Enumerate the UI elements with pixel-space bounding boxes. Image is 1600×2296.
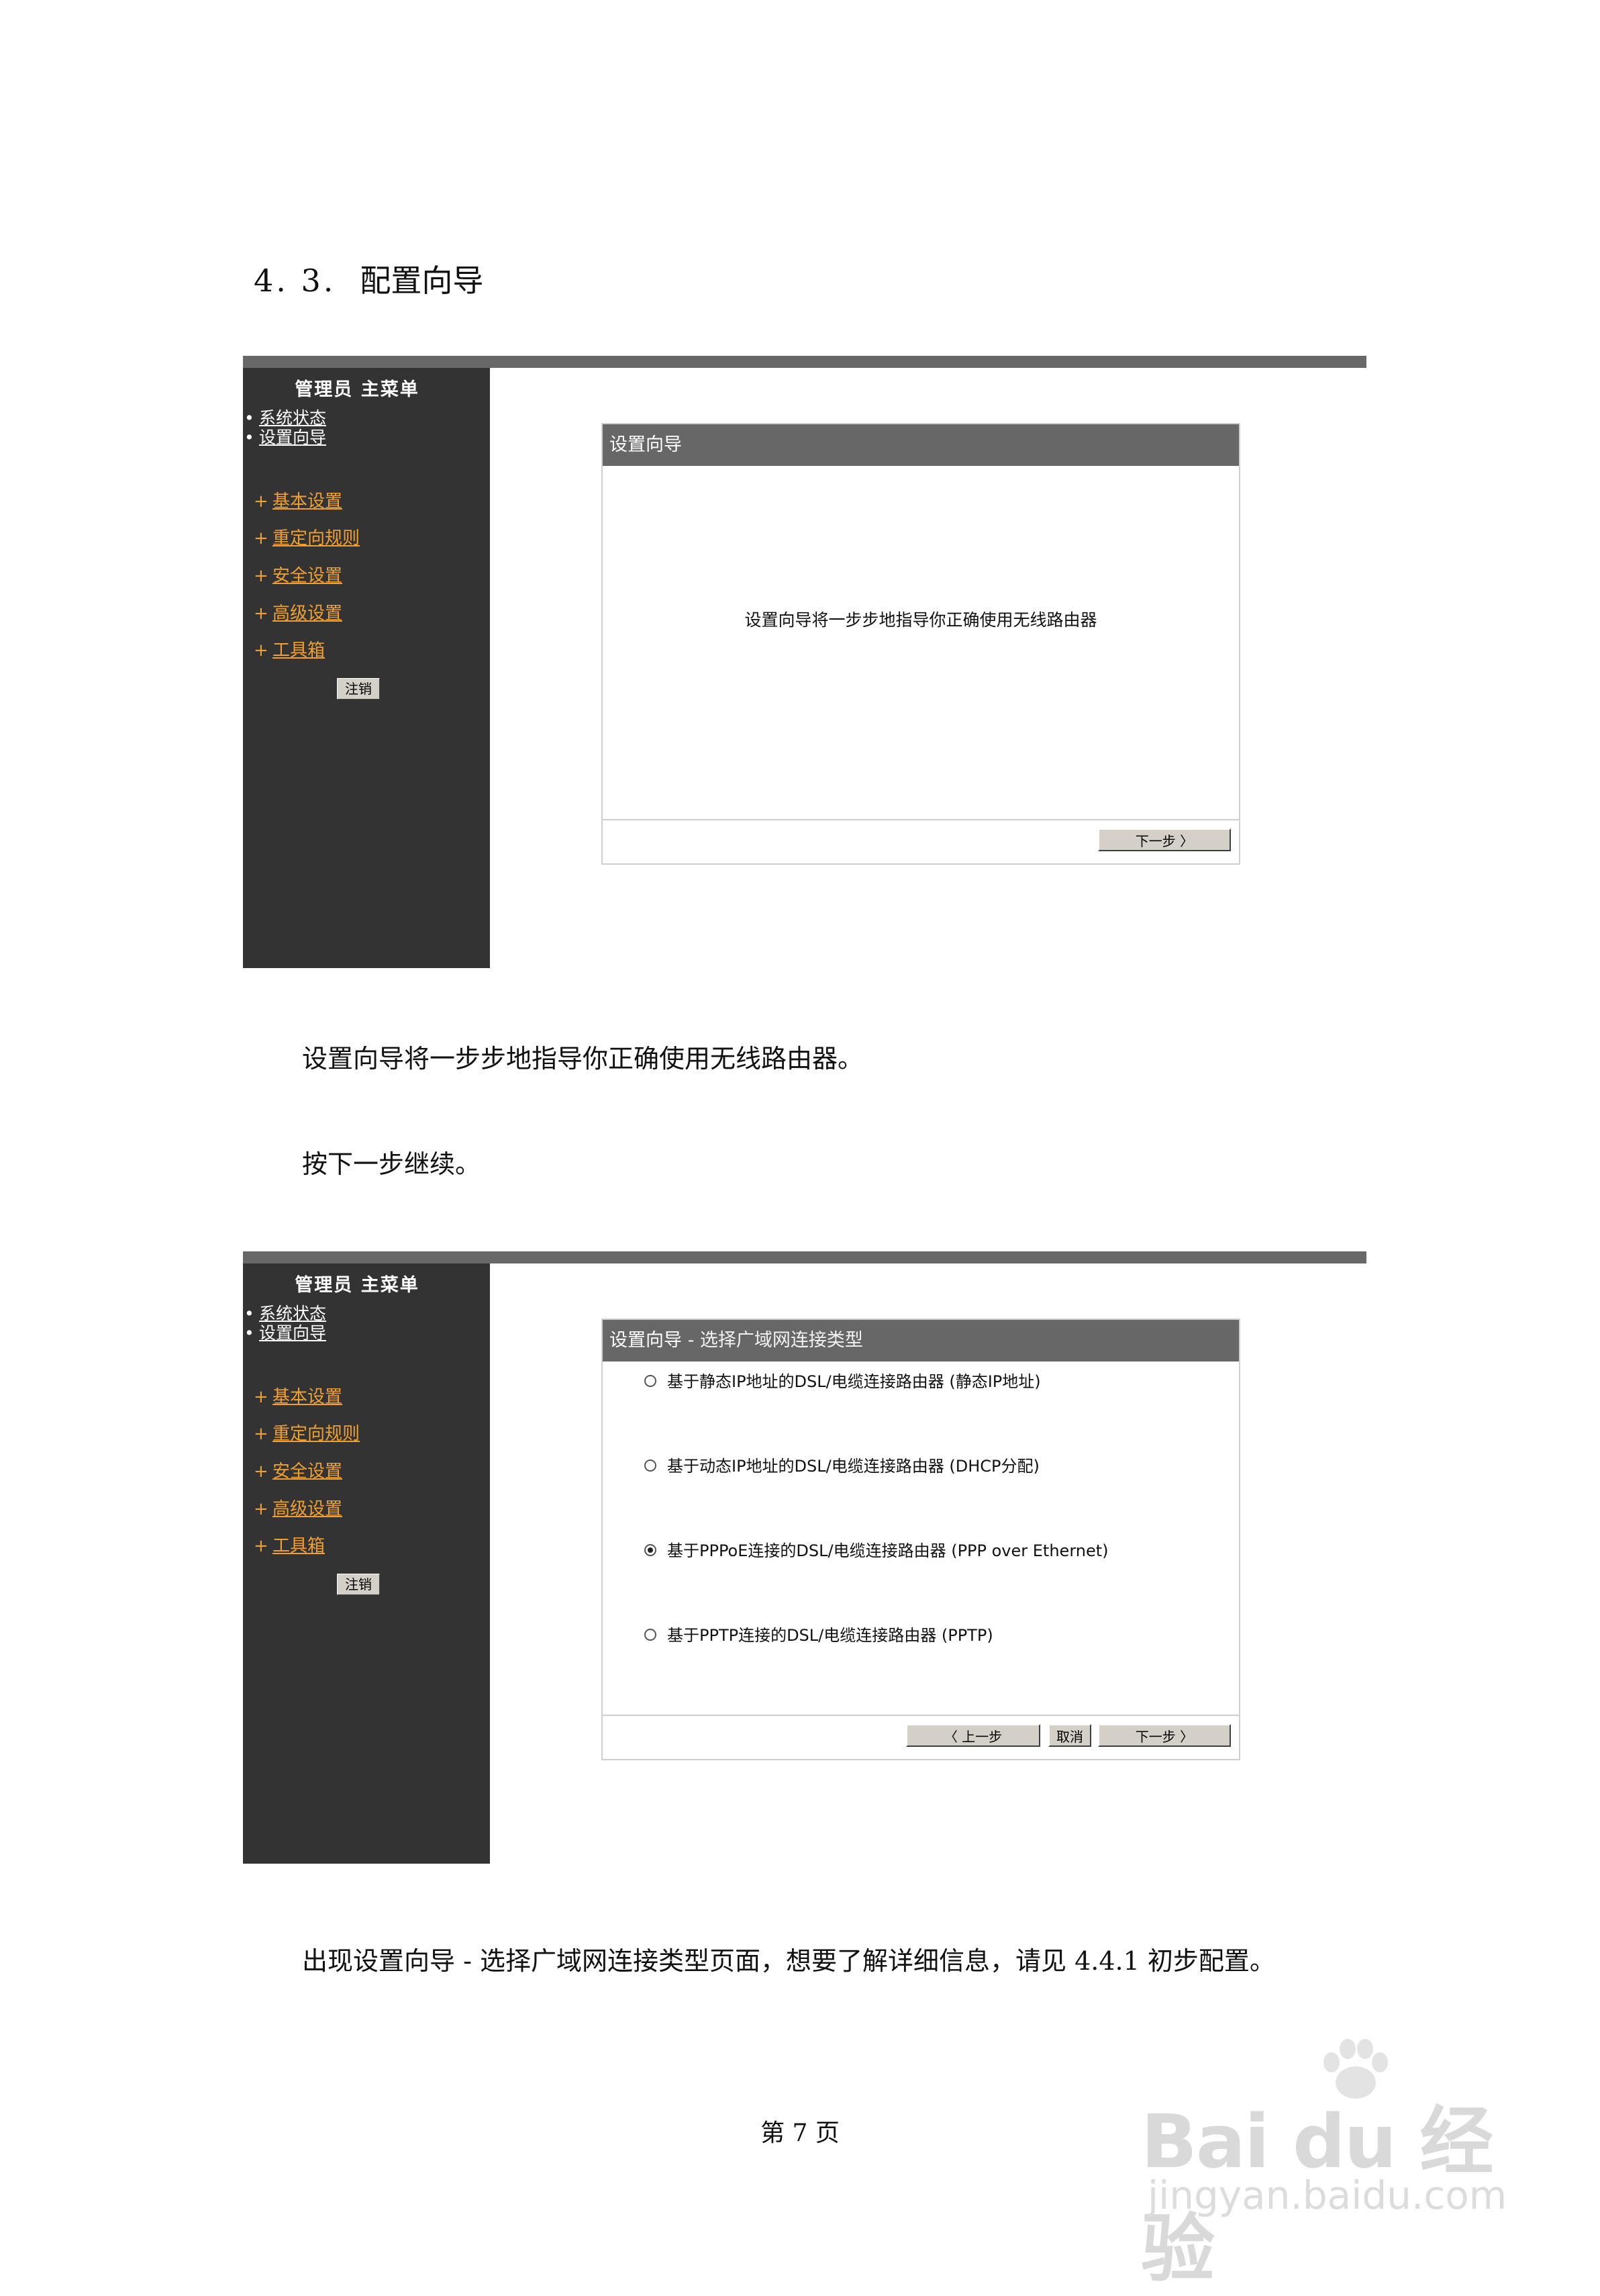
wan-option-pppoe[interactable]: 基于PPPoE连接的DSL/电缆连接路由器 (PPP over Ethernet… (644, 1537, 1109, 1561)
menu-title: 管理员 主菜单 (295, 379, 419, 400)
wizard-message: 设置向导将一步步地指导你正确使用无线路由器 (744, 610, 1097, 630)
expand-icon: + (254, 1536, 268, 1556)
sidebar-item-label: 工具箱 (272, 1536, 326, 1556)
sidebar-item-basic-settings[interactable]: + 基本设置 (254, 1383, 342, 1408)
panel-title: 设置向导 (603, 424, 1239, 466)
sidebar-item-label: 安全设置 (272, 566, 343, 586)
sidebar-item-basic-settings[interactable]: + 基本设置 (254, 487, 342, 512)
sidebar-item-system-status[interactable]: • 系统状态 (244, 408, 326, 428)
section-number: 4. 3. (254, 262, 336, 299)
sidebar: 管理员 主菜单 • 系统状态 • 设置向导 + 基本设置 + 重定向规则 + 安全设置 +… (243, 368, 490, 968)
sidebar-item-label: 基本设置 (272, 1387, 343, 1407)
sidebar-item-label: 系统状态 (259, 408, 327, 428)
menu-title: 管理员 主菜单 (295, 1275, 419, 1296)
top-bar (243, 1251, 1366, 1263)
sidebar-item-label: 重定向规则 (272, 528, 360, 548)
paragraph-result: 出现设置向导 - 选择广域网连接类型页面，想要了解详细信息，请见 4.4.1 初… (302, 1946, 1275, 1976)
wizard-panel: 设置向导 - 选择广域网连接类型 基于静态IP地址的DSL/电缆连接路由器 (静… (601, 1319, 1240, 1760)
sidebar-item-label: 基本设置 (272, 491, 343, 512)
panel-title-text: 设置向导 (609, 1330, 682, 1351)
sidebar-item-label: 工具箱 (272, 640, 326, 661)
bullet-icon: • (244, 428, 254, 447)
sidebar-item-label: 设置向导 (259, 1323, 327, 1343)
expand-icon: + (254, 1424, 268, 1444)
expand-icon: + (254, 604, 268, 624)
sidebar-item-security-settings[interactable]: + 安全设置 (254, 1457, 342, 1482)
status-links: • 系统状态 • 设置向导 (244, 408, 326, 447)
panel-title: 设置向导 - 选择广域网连接类型 (603, 1320, 1239, 1361)
sidebar-item-advanced-settings[interactable]: + 高级设置 (254, 600, 342, 624)
radio-button[interactable] (644, 1629, 656, 1641)
status-links: • 系统状态 • 设置向导 (244, 1304, 326, 1343)
sidebar-item-advanced-settings[interactable]: + 高级设置 (254, 1495, 342, 1520)
bullet-icon: • (244, 1323, 254, 1343)
sidebar-item-setup-wizard[interactable]: • 设置向导 (244, 428, 326, 447)
sidebar-item-label: 安全设置 (272, 1462, 343, 1482)
option-label: 基于PPTP连接的DSL/电缆连接路由器 (PPTP) (667, 1626, 993, 1645)
sidebar-item-system-status[interactable]: • 系统状态 (244, 1304, 326, 1323)
sidebar-item-redirect-rules[interactable]: + 重定向规则 (254, 1420, 360, 1445)
panel-footer: 〈 上一步 取消 下一步 〉 (603, 1715, 1239, 1759)
bullet-icon: • (244, 408, 254, 428)
sidebar-item-toolbox[interactable]: + 工具箱 (254, 1532, 325, 1557)
bullet-icon: • (244, 1304, 254, 1323)
option-label: 基于静态IP地址的DSL/电缆连接路由器 (静态IP地址) (667, 1372, 1041, 1391)
sidebar: 管理员 主菜单 • 系统状态 • 设置向导 + 基本设置 + 重定向规则 + 安全设置 +… (243, 1263, 490, 1864)
section-heading: 4. 3. 配置向导 (254, 256, 483, 301)
sidebar-item-toolbox[interactable]: + 工具箱 (254, 636, 325, 661)
panel-body: 基于静态IP地址的DSL/电缆连接路由器 (静态IP地址) 基于动态IP地址的D… (603, 1361, 1239, 1715)
radio-button-selected[interactable] (644, 1544, 656, 1556)
watermark-url: jingyan.baidu.com (1148, 2172, 1507, 2218)
next-button[interactable]: 下一步 〉 (1098, 1724, 1231, 1747)
option-label: 基于PPPoE连接的DSL/电缆连接路由器 (PPP over Ethernet… (667, 1541, 1109, 1560)
expand-icon: + (254, 1387, 268, 1407)
radio-button[interactable] (644, 1375, 656, 1387)
sidebar-item-label: 重定向规则 (272, 1424, 360, 1444)
sidebar-item-redirect-rules[interactable]: + 重定向规则 (254, 524, 360, 549)
sidebar-item-label: 高级设置 (272, 1499, 343, 1519)
panel-footer: 下一步 〉 (603, 819, 1239, 863)
wizard-panel: 设置向导 设置向导将一步步地指导你正确使用无线路由器 下一步 〉 (601, 423, 1240, 865)
paragraph-continue: 按下一步继续。 (302, 1149, 481, 1179)
section-title: 配置向导 (360, 262, 484, 299)
sidebar-item-label: 高级设置 (272, 604, 343, 624)
cancel-button[interactable]: 取消 (1048, 1724, 1091, 1747)
sidebar-item-label: 系统状态 (259, 1304, 327, 1323)
sidebar-item-label: 设置向导 (259, 428, 327, 447)
baidu-watermark: Bai du 经验 jingyan.baidu.com (1141, 2027, 1517, 2292)
expand-icon: + (254, 528, 268, 548)
sidebar-item-security-settings[interactable]: + 安全设置 (254, 562, 342, 587)
next-button[interactable]: 下一步 〉 (1098, 828, 1231, 851)
panel-title-text: 设置向导 (609, 434, 682, 455)
wan-option-dhcp[interactable]: 基于动态IP地址的DSL/电缆连接路由器 (DHCP分配) (644, 1453, 1040, 1476)
option-label: 基于动态IP地址的DSL/电缆连接路由器 (DHCP分配) (667, 1457, 1040, 1476)
panel-body: 设置向导将一步步地指导你正确使用无线路由器 (603, 466, 1239, 819)
logout-button[interactable]: 注销 (337, 678, 380, 700)
prev-button[interactable]: 〈 上一步 (906, 1724, 1040, 1747)
logout-button[interactable]: 注销 (337, 1574, 380, 1595)
expand-icon: + (254, 1462, 268, 1482)
wan-option-static-ip[interactable]: 基于静态IP地址的DSL/电缆连接路由器 (静态IP地址) (644, 1368, 1041, 1392)
radio-button[interactable] (644, 1460, 656, 1472)
expand-icon: + (254, 491, 268, 512)
expand-icon: + (254, 566, 268, 586)
sidebar-item-setup-wizard[interactable]: • 设置向导 (244, 1323, 326, 1343)
wizard-screenshot-welcome: 管理员 主菜单 • 系统状态 • 设置向导 + 基本设置 + 重定向规则 + 安全设置 +… (243, 356, 1366, 968)
top-bar (243, 356, 1366, 368)
wan-option-pptp[interactable]: 基于PPTP连接的DSL/电缆连接路由器 (PPTP) (644, 1622, 993, 1645)
paragraph-intro: 设置向导将一步步地指导你正确使用无线路由器。 (302, 1044, 864, 1073)
wizard-screenshot-wan-type: 管理员 主菜单 • 系统状态 • 设置向导 + 基本设置 + 重定向规则 + 安全设置 +… (243, 1251, 1366, 1864)
panel-subtitle: - 选择广域网连接类型 (682, 1330, 863, 1351)
expand-icon: + (254, 640, 268, 661)
expand-icon: + (254, 1499, 268, 1519)
